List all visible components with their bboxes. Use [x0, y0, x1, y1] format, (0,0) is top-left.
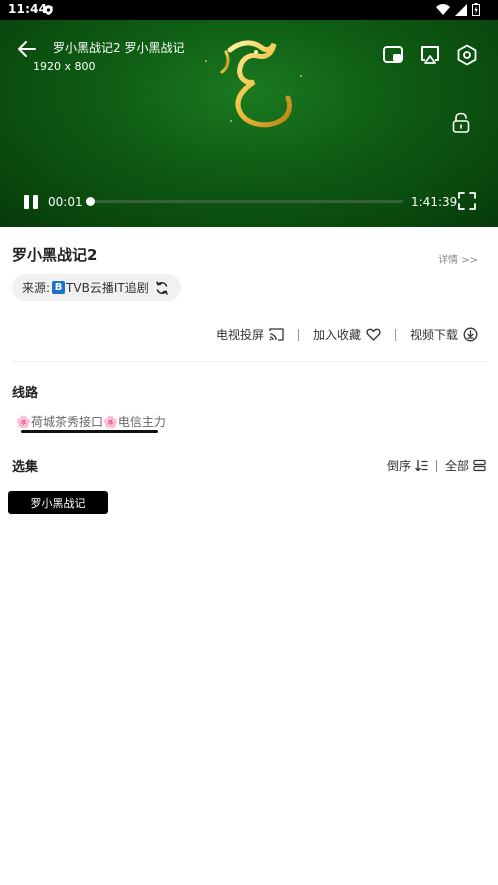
- airplay-icon[interactable]: [419, 44, 441, 66]
- fullscreen-icon[interactable]: [458, 192, 476, 210]
- all-episodes-button[interactable]: 全部: [445, 457, 486, 474]
- sort-icon: [415, 459, 428, 472]
- video-title: 罗小黑战记2: [12, 246, 98, 264]
- routes-heading: 线路: [12, 386, 39, 401]
- separator: [435, 459, 437, 472]
- source-selector[interactable]: 来源: B TVB云播IT追剧: [12, 274, 181, 301]
- picture-in-picture-icon[interactable]: [382, 44, 404, 66]
- download-button[interactable]: 视频下载: [410, 326, 478, 343]
- status-time: 11:44: [8, 2, 48, 16]
- battery-icon: [472, 3, 480, 16]
- system-icons: [436, 3, 480, 16]
- progress-thumb[interactable]: [86, 197, 95, 206]
- source-label: 来源:: [22, 281, 51, 295]
- heart-icon: [366, 328, 381, 341]
- current-time: 00:01: [48, 195, 83, 209]
- download-label: 视频下载: [409, 328, 458, 342]
- refresh-icon[interactable]: [155, 280, 169, 295]
- all-episodes-label: 全部: [444, 459, 469, 473]
- source-badge: B: [52, 281, 66, 294]
- favorite-label: 加入收藏: [312, 328, 361, 342]
- sparkle-decoration: [205, 60, 207, 62]
- episode-tools: 倒序 全部: [387, 457, 486, 474]
- player-top-toolbar: [382, 44, 478, 66]
- status-bar: 11:44: [0, 0, 498, 20]
- cast-button[interactable]: 电视投屏: [216, 326, 284, 343]
- signal-icon: [455, 3, 467, 16]
- separator: [297, 328, 299, 341]
- section-divider: [12, 361, 488, 362]
- sparkle-decoration: [300, 75, 302, 77]
- favorite-button[interactable]: 加入收藏: [313, 326, 381, 343]
- shield-icon: [44, 5, 53, 15]
- download-icon: [463, 327, 478, 342]
- back-arrow-icon[interactable]: [16, 38, 38, 60]
- detail-link[interactable]: 详情 >>: [438, 251, 478, 266]
- route-tab-indicator: [21, 430, 158, 433]
- wifi-icon: [436, 3, 450, 15]
- dragon-logo-image: [220, 40, 293, 128]
- separator: [394, 328, 396, 341]
- resolution-label: 1920 x 800: [33, 60, 96, 73]
- episode-item[interactable]: 罗小黑战记: [8, 491, 108, 514]
- reverse-order-button[interactable]: 倒序: [387, 457, 428, 474]
- player-title: 罗小黑战记2 罗小黑战记: [53, 41, 185, 55]
- progress-track[interactable]: [90, 200, 403, 203]
- route-tab-selected[interactable]: 🌸荷城茶秀接口🌸电信主力: [16, 413, 166, 430]
- pause-icon[interactable]: [22, 193, 40, 211]
- episodes-heading: 选集: [12, 460, 39, 475]
- action-bar: 电视投屏 加入收藏 视频下载: [216, 326, 478, 343]
- source-name: TVB云播IT追剧: [66, 281, 149, 295]
- cast-icon: [269, 328, 284, 341]
- list-icon: [473, 459, 486, 472]
- total-time: 1:41:39: [411, 195, 458, 209]
- player-controls: 00:01 1:41:39: [0, 190, 498, 214]
- cast-label: 电视投屏: [215, 328, 264, 342]
- reverse-order-label: 倒序: [386, 459, 411, 473]
- video-player[interactable]: 罗小黑战记2 罗小黑战记 1920 x 800 00:01 1:41:39: [0, 20, 498, 227]
- settings-hexagon-icon[interactable]: [456, 44, 478, 66]
- unlock-icon[interactable]: [451, 112, 471, 134]
